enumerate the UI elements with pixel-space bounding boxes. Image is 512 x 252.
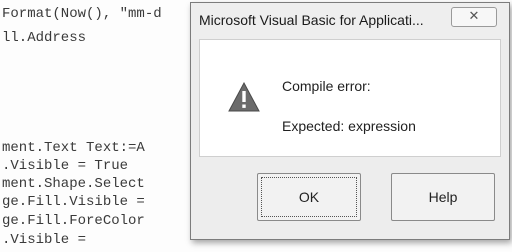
code-line-6: ment.Text Text:=A <box>2 140 145 156</box>
dialog-title: Microsoft Visual Basic for Applicati... <box>199 12 424 28</box>
code-line-8: ment.Shape.Select <box>2 176 145 192</box>
message-area: Compile error: Expected: expression <box>199 39 501 157</box>
code-line-2: ll.Address <box>2 30 87 46</box>
code-line-10: ge.Fill.ForeColor <box>2 213 145 229</box>
screenshot-stage: Format(Now(), "mm-d ll.Address ment.Text… <box>0 0 512 252</box>
ok-button[interactable]: OK <box>257 173 361 221</box>
code-line-9: ge.Fill.Visible = <box>2 194 145 210</box>
code-line-1: Format(Now(), "mm-d <box>2 6 162 22</box>
dialog-title-bar[interactable]: Microsoft Visual Basic for Applicati... … <box>191 3 509 39</box>
compile-error-dialog: Microsoft Visual Basic for Applicati... … <box>190 2 510 240</box>
code-line-7: .Visible = True <box>2 158 129 174</box>
help-button[interactable]: Help <box>391 173 495 221</box>
close-icon: ✕ <box>468 9 480 24</box>
error-title: Compile error: <box>282 78 371 94</box>
warning-icon <box>228 82 260 112</box>
code-line-11: .Visible = <box>2 232 87 248</box>
close-button[interactable]: ✕ <box>451 7 497 27</box>
error-detail: Expected: expression <box>282 118 416 134</box>
